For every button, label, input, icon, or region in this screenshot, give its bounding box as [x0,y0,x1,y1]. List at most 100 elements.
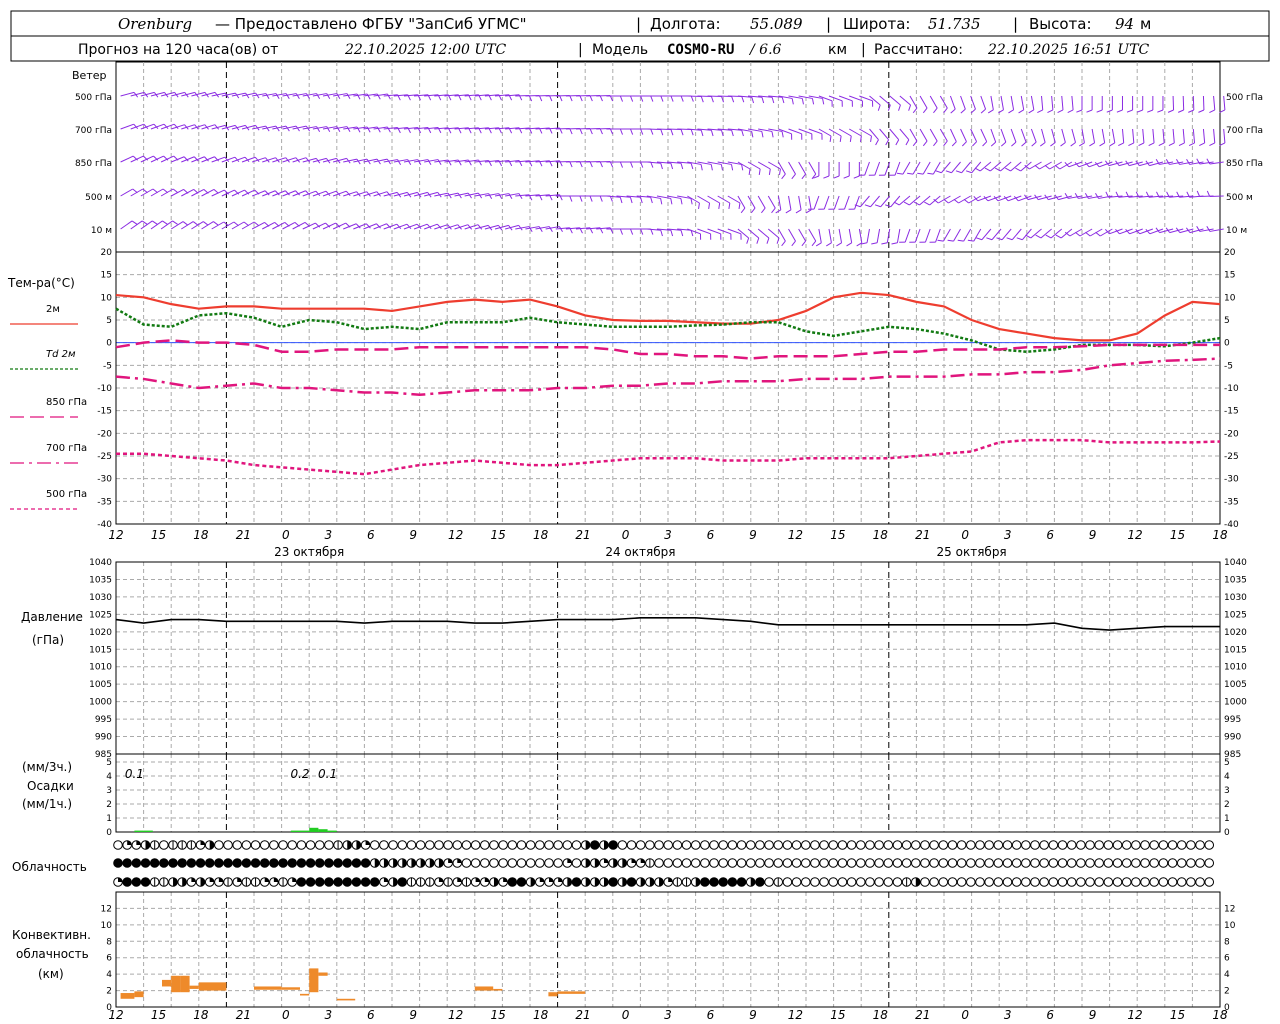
precip-amount-label: 0.2 [290,767,309,781]
cloud-cover-symbol [351,877,362,887]
cloud-symbol-outline [901,840,912,850]
cloud-symbol-outline [214,840,224,850]
wind-barb-feather [1116,109,1123,113]
cloud-symbol-outline [819,858,829,868]
wind-barb-feather [986,237,993,241]
hour-tick-label: 3 [664,528,672,542]
cloud-symbol-fill [306,877,315,887]
wind-barb-feather [1089,142,1095,147]
cloud-cover-symbol [810,858,820,868]
cloud-cover-symbol [846,877,857,887]
hour-tick-label: 6 [707,528,715,542]
cloud-symbol-outline [645,840,655,850]
wind-barb-feather [728,202,731,210]
cloud-cover-symbol [195,840,206,850]
cloud-cover-symbol [608,858,618,868]
wind-barb-feather [766,237,770,244]
cloud-cover-symbol [635,877,646,887]
wind-barb-feather [943,107,948,114]
wind-barb-feather [1005,167,1011,172]
cloud-cover-symbol [131,877,142,887]
cloud-cover-symbol [1204,840,1215,850]
wind-barb-shaft [1101,128,1106,143]
cloud-symbol-fill [448,858,453,863]
cloud-cover-symbol [855,840,866,850]
wind-barb-shaft [130,188,144,197]
wind-barb-feather [960,108,966,114]
cloud-cover-symbol [232,840,243,850]
cloud-symbol-outline [1021,858,1031,868]
cloud-symbol-outline [305,840,316,850]
wind-barb-shaft [1000,95,1004,110]
wind-barb-shaft [707,195,720,204]
precip-ytick-right: 2 [1224,800,1230,810]
wind-barb-feather [690,198,693,205]
cloud-symbol-fill [214,858,224,868]
cloud-cover-symbol [745,858,756,868]
wind-barb-shaft [170,221,184,230]
precip-ytick-left: 5 [106,758,112,768]
svg-text:|: | [578,42,583,58]
cloud-symbol-outline [782,840,793,850]
wind-barb-shaft [848,128,862,137]
wind-barb-shaft [191,188,205,197]
hour-tick-label: 15 [1170,528,1185,542]
cloud-cover-symbol [415,877,426,887]
precip-ytick-right: 1 [1224,814,1230,824]
cloud-symbol-outline [910,840,921,850]
forecast-prefix: Прогноз на 120 часа(ов) от [78,42,278,58]
wind-barb-shaft [798,228,807,242]
wind-barb-feather [630,228,634,235]
cloud-symbol-outline [947,840,958,850]
cloud-symbol-fill [333,877,343,887]
cloud-cover-symbol [434,858,444,868]
cloud-cover-symbol [681,858,692,868]
cloud-symbol-outline [1112,877,1123,887]
wind-barb-shaft [1020,95,1025,110]
wind-barb-shaft [221,189,235,197]
cloud-cover-symbol [855,877,866,887]
cloud-cover-symbol [1149,840,1160,850]
cloud-symbol-outline [975,858,985,868]
wind-barb-feather [861,242,868,245]
wind-barb-shaft [929,128,938,142]
cloud-cover-symbol [480,877,490,887]
hour-tick-label: 18 [193,528,209,542]
wind-level-label-right: 500 м [1226,193,1253,203]
wind-barb-feather [305,93,310,99]
temp-ytick-right: 5 [1224,316,1230,326]
wind-barb-feather [660,230,663,237]
cloud-symbol-outline [966,877,976,887]
wind-barb-shaft [1213,95,1216,110]
wind-barb-feather [1028,109,1035,114]
cloud-cover-symbol [1186,858,1196,868]
cloud-cover-symbol [1112,840,1123,850]
wind-barb-shaft [808,195,812,210]
wind-barb-shaft [1000,161,1012,172]
cloud-symbol-fill [640,858,645,863]
cloud-symbol-fill [242,858,251,868]
wind-barb-feather [980,108,986,114]
wind-barb-feather [987,109,994,114]
wind-barb-shaft [1071,128,1076,143]
cloud-cover-symbol [1048,858,1059,868]
cloud-cover-symbol [480,858,490,868]
wind-barb-feather [947,239,954,242]
hour-tick-label: 15 [830,528,845,542]
convective-ytick-left: 2 [106,987,112,997]
cloud-cover-symbol [718,858,729,868]
wind-barb-feather [569,195,573,202]
wind-barb-feather [1158,142,1165,147]
cloud-cover-symbol [195,858,206,868]
wind-barb-feather [619,228,624,235]
hour-tick-label: 3 [664,1008,672,1022]
hour-tick-label: 15 [491,528,506,542]
wind-barb-shaft [876,228,881,243]
cloud-symbol-outline [938,858,949,868]
cloud-symbol-outline [709,840,719,850]
hour-tick-label: 0 [282,1008,290,1022]
cloud-symbol-outline [800,858,811,868]
wind-barb-shaft [262,221,275,230]
wind-barb-shaft [282,221,296,230]
wind-barb-shaft [130,155,144,163]
